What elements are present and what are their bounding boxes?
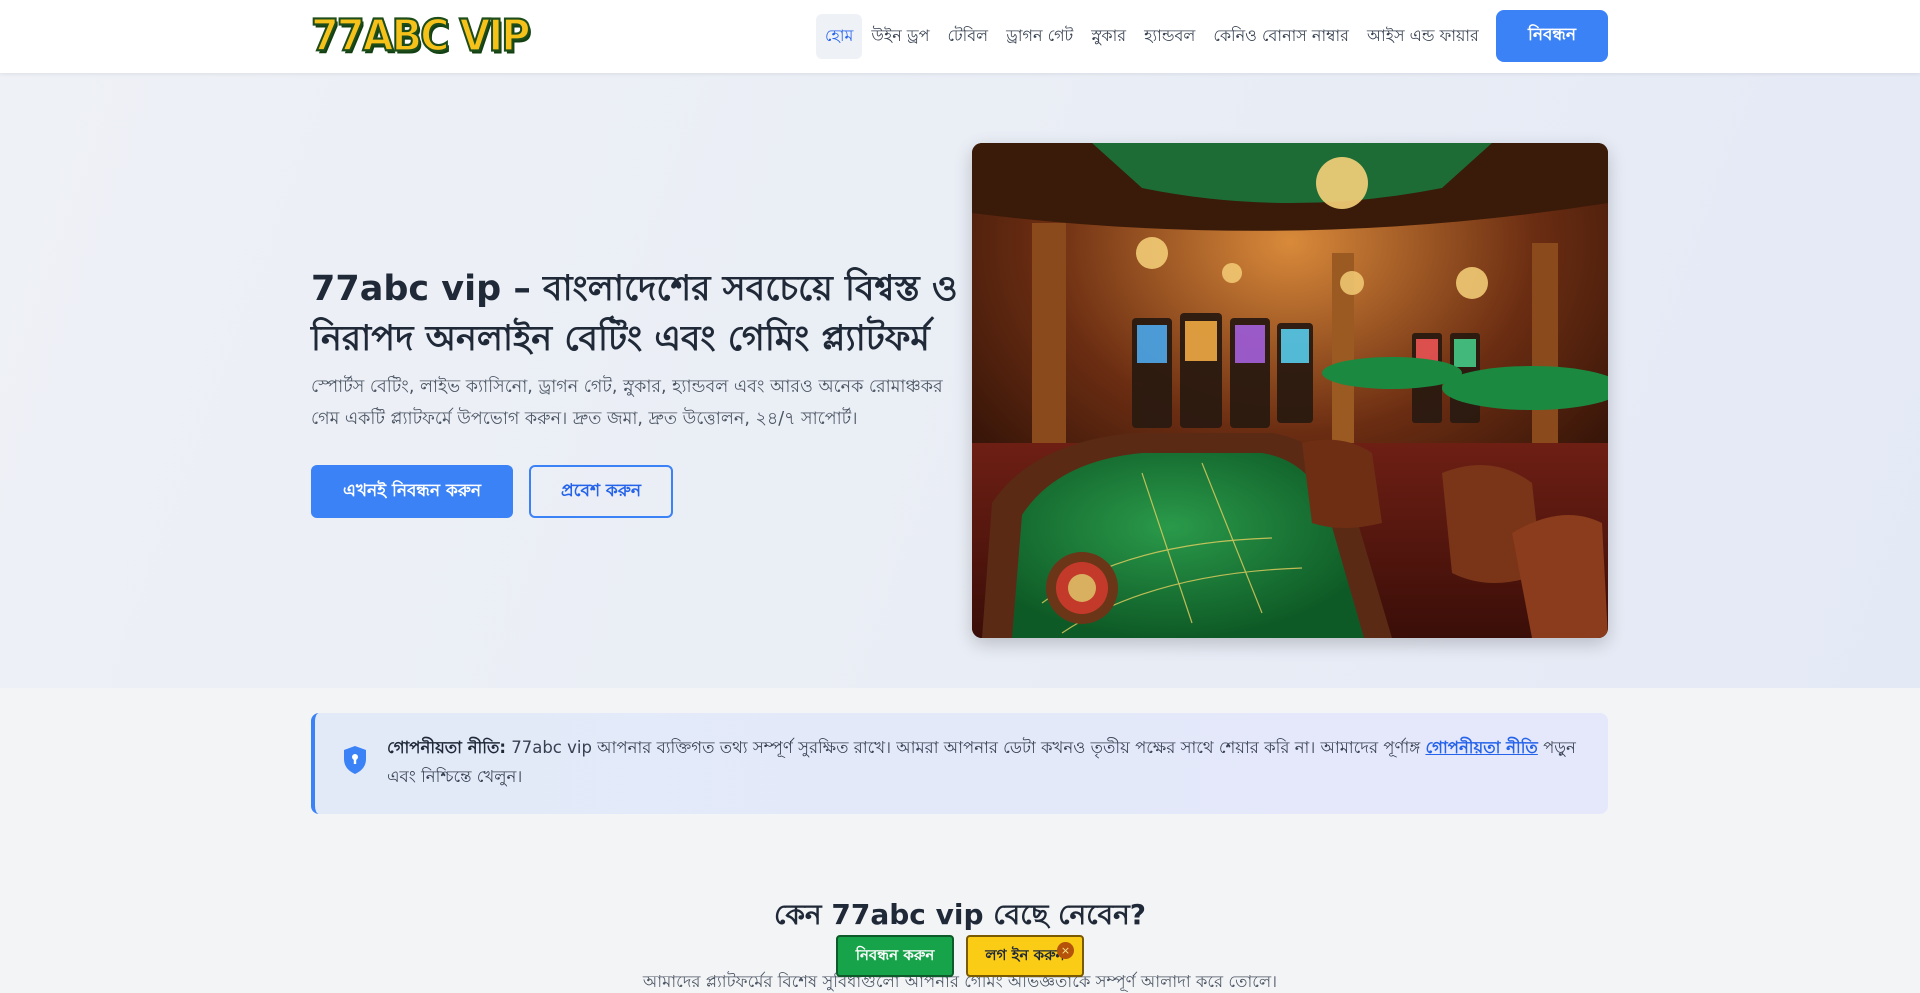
why-section-title: কেন 77abc vip বেছে নেবেন? <box>773 898 1147 931</box>
nav-item-win-drop[interactable]: উইন ড্রপ <box>862 14 938 59</box>
close-icon[interactable]: × <box>1057 942 1074 959</box>
site-header: 77ABC VIP হোম উইন ড্রপ টেবিল ড্রাগন গেট … <box>0 0 1920 73</box>
logo-text: 77ABC VIP <box>310 10 532 63</box>
privacy-label: গোপনীয়তা নীতি: <box>387 738 506 757</box>
enter-button[interactable]: প্রবেশ করুন <box>529 465 673 518</box>
site-logo[interactable]: 77ABC VIP <box>310 10 532 63</box>
nav-item-keno-bonus[interactable]: কেনিও বোনাস নাম্বার <box>1204 14 1358 59</box>
why-section-subtitle: আমাদের প্ল্যাটফর্মের বিশেষ সুবিধাগুলো আপ… <box>642 972 1278 991</box>
privacy-body: 77abc vip আপনার ব্যক্তিগত তথ্য সম্পূর্ণ … <box>505 738 1426 757</box>
register-now-button[interactable]: এখনই নিবন্ধন করুন <box>311 465 513 518</box>
hero-description: স্পোর্টস বেটিং, লাইভ ক্যাসিনো, ড্রাগন গে… <box>311 377 943 429</box>
privacy-policy-link[interactable]: গোপনীয়তা নীতি <box>1425 738 1537 757</box>
casino-hall-image <box>972 143 1608 638</box>
nav-item-snooker[interactable]: স্নুকার <box>1082 14 1135 59</box>
nav-item-handball[interactable]: হ্যান্ডবল <box>1135 14 1204 59</box>
privacy-text: গোপনীয়তা নীতি: 77abc vip আপনার ব্যক্তিগ… <box>387 733 1597 791</box>
header-register-button[interactable]: নিবন্ধন <box>1496 10 1608 62</box>
hero-title: 77abc vip – বাংলাদেশের সবচেয়ে বিশ্বস্ত … <box>311 269 958 359</box>
nav-item-table[interactable]: টেবিল <box>938 14 997 59</box>
nav-item-dragon-gate[interactable]: ড্রাগন গেট <box>997 14 1082 59</box>
hero-section: 77abc vip – বাংলাদেশের সবচেয়ে বিশ্বস্ত … <box>0 73 1920 688</box>
privacy-notice: গোপনীয়তা নীতি: 77abc vip আপনার ব্যক্তিগ… <box>311 713 1608 814</box>
floating-register-button[interactable]: নিবন্ধন করুন <box>836 935 954 977</box>
shield-icon <box>342 745 368 775</box>
main-nav: হোম উইন ড্রপ টেবিল ড্রাগন গেট স্নুকার হ্… <box>816 14 1488 59</box>
nav-item-ice-and-fire[interactable]: আইস এন্ড ফায়ার <box>1358 14 1488 59</box>
nav-item-home[interactable]: হোম <box>816 14 863 59</box>
